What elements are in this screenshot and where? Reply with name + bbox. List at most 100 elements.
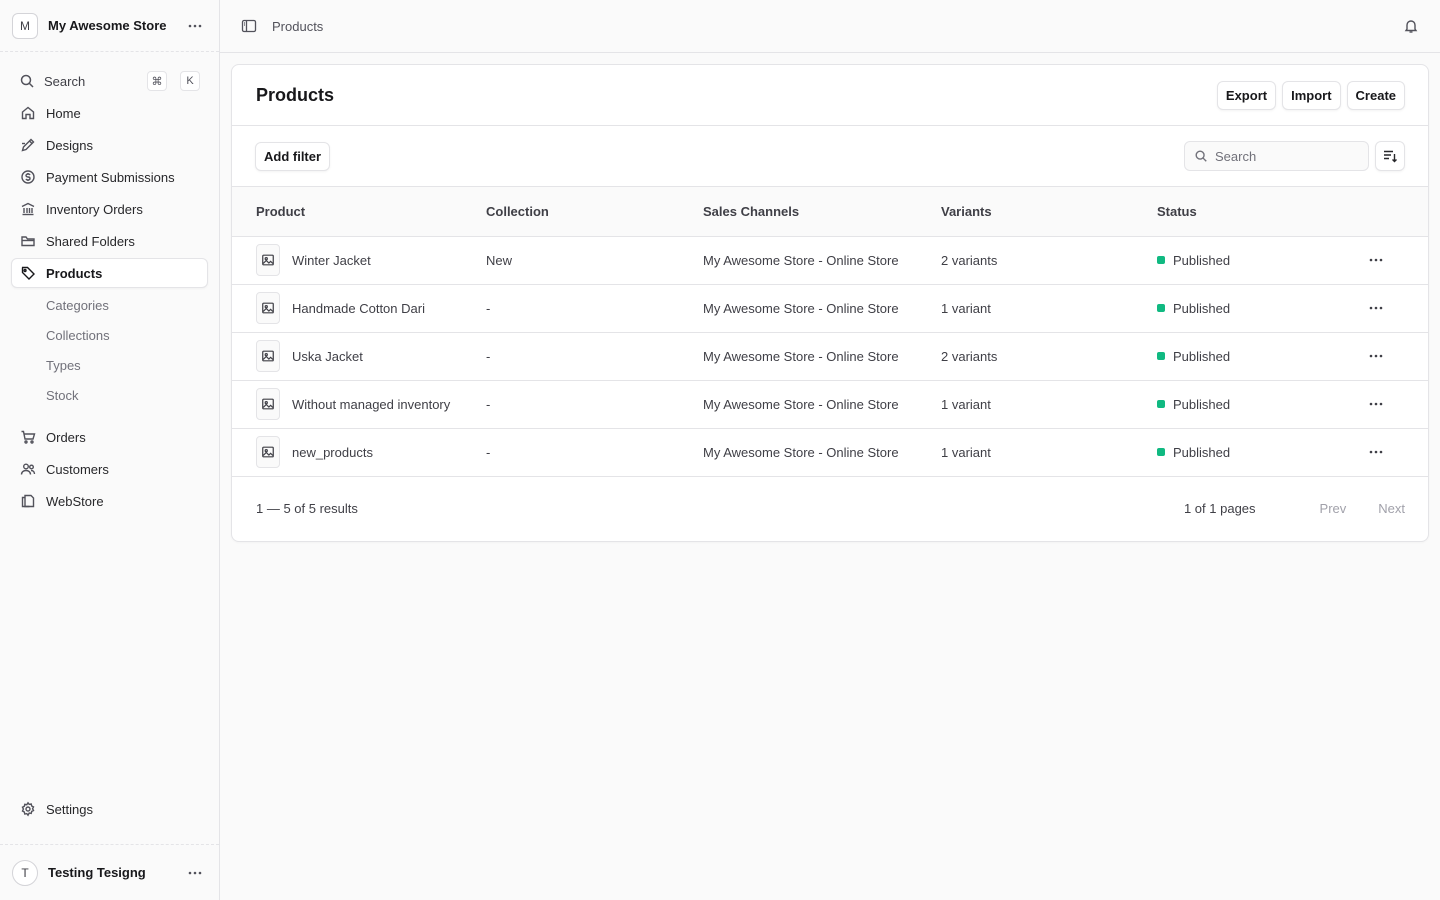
sidebar-item-home[interactable]: Home [11,98,208,128]
image-placeholder-icon [256,292,280,324]
export-button[interactable]: Export [1216,80,1277,110]
search-icon [19,73,35,89]
sidebar-item-designs[interactable]: Designs [11,130,208,160]
sort-button[interactable] [1375,141,1405,171]
column-header-status[interactable]: Status [1157,187,1364,237]
row-actions-button[interactable] [1364,392,1388,416]
sidebar-subitem-types[interactable]: Types [11,350,208,380]
product-name: Uska Jacket [292,348,363,364]
sidebar-item-label: Products [46,265,103,281]
sidebar-item-label: Designs [46,137,93,153]
search-input[interactable] [1215,148,1391,164]
table-row[interactable]: new_products - My Awesome Store - Online… [232,428,1428,477]
table-row[interactable]: Handmade Cotton Dari - My Awesome Store … [232,284,1428,333]
avatar: T [12,859,38,886]
sidebar-item-products[interactable]: Products [11,258,208,288]
sidebar-subitem-categories[interactable]: Categories [11,290,208,320]
sidebar-search-label: Search [44,73,86,89]
cart-icon [20,429,36,445]
sidebar-item-label: WebStore [46,493,104,509]
search-field[interactable] [1184,141,1391,171]
status-badge: Published [1173,300,1231,316]
users-icon [20,461,36,477]
table-row[interactable]: Uska Jacket - My Awesome Store - Online … [232,332,1428,381]
status-dot [1157,400,1165,408]
sidebar-item-label: Customers [46,461,109,477]
sidebar-nav: Home Designs Payment Submissions Invento… [0,98,219,518]
sidebar-item-webstore[interactable]: WebStore [11,486,208,516]
pagination: 1 — 5 of 5 results 1 of 1 pages Prev Nex… [232,477,1428,541]
status-badge: Published [1173,252,1231,268]
row-actions-button[interactable] [1364,248,1388,272]
search-icon [1194,149,1208,163]
sidebar-item-shared-folders[interactable]: Shared Folders [11,226,208,256]
variants-cell: 1 variant [941,284,1157,333]
topbar: Products [220,0,1440,53]
table-header-row: Product Collection Sales Channels Varian… [232,187,1428,237]
sidebar-item-label: Settings [46,801,93,817]
store-avatar: M [12,12,38,39]
prev-button[interactable]: Prev [1320,501,1347,516]
status-dot [1157,352,1165,360]
more-horizontal-icon[interactable] [183,861,207,885]
store-switcher[interactable]: M My Awesome Store [0,0,219,52]
table-row[interactable]: Winter Jacket New My Awesome Store - Onl… [232,236,1428,285]
collection-cell: - [486,380,703,429]
product-name: new_products [292,444,373,460]
import-button[interactable]: Import [1282,80,1341,110]
column-header-variants[interactable]: Variants [941,187,1157,237]
sidebar-item-orders[interactable]: Orders [11,422,208,452]
tag-icon [20,265,36,281]
user-menu[interactable]: T Testing Tesigng [0,844,219,900]
products-subnav: Categories Collections Types Stock [11,290,208,410]
sidebar-item-inventory-orders[interactable]: Inventory Orders [11,194,208,224]
folder-icon [20,233,36,249]
products-table: Product Collection Sales Channels Varian… [232,187,1428,477]
shortcut-mod-key: ⌘ [147,71,167,91]
more-horizontal-icon[interactable] [183,14,207,38]
column-header-collection[interactable]: Collection [486,187,703,237]
user-name: Testing Tesigng [48,865,146,880]
add-filter-button[interactable]: Add filter [255,141,331,171]
page-title: Products [256,84,335,105]
column-header-product[interactable]: Product [232,187,486,237]
sidebar-item-payment-submissions[interactable]: Payment Submissions [11,162,208,192]
next-button[interactable]: Next [1378,501,1405,516]
column-header-actions [1364,187,1428,237]
row-actions-button[interactable] [1364,440,1388,464]
sidebar-item-label: Home [46,105,81,121]
row-actions-button[interactable] [1364,344,1388,368]
products-card: Products Export Import Create Add filter… [231,64,1429,542]
variants-cell: 1 variant [941,380,1157,429]
sidebar-search[interactable]: Search ⌘ K [11,66,208,96]
card-header: Products Export Import Create [232,65,1428,126]
collection-cell: - [486,428,703,477]
bell-icon[interactable] [1399,14,1423,38]
breadcrumb[interactable]: Products [272,19,1388,34]
row-actions-button[interactable] [1364,296,1388,320]
collection-cell: - [486,284,703,333]
table-row[interactable]: Without managed inventory - My Awesome S… [232,380,1428,429]
building-icon [20,201,36,217]
status-badge: Published [1173,444,1231,460]
image-placeholder-icon [256,244,280,276]
sort-icon [1382,148,1398,164]
sidebar-item-customers[interactable]: Customers [11,454,208,484]
product-name: Handmade Cotton Dari [292,300,425,316]
gear-icon [20,801,36,817]
sidebar-subitem-collections[interactable]: Collections [11,320,208,350]
image-placeholder-icon [256,436,280,468]
sales-channels-cell: My Awesome Store - Online Store [703,236,941,285]
sidebar: M My Awesome Store Search ⌘ K Home Desig… [0,0,220,900]
variants-cell: 1 variant [941,428,1157,477]
column-header-sales-channels[interactable]: Sales Channels [703,187,941,237]
sidebar-subitem-stock[interactable]: Stock [11,380,208,410]
sidebar-toggle-icon[interactable] [237,14,261,38]
table-toolbar: Add filter [232,126,1428,187]
create-button[interactable]: Create [1346,80,1405,110]
image-placeholder-icon [256,340,280,372]
results-count: 1 — 5 of 5 results [256,501,358,516]
dollar-icon [20,169,36,185]
sidebar-item-settings[interactable]: Settings [11,794,208,824]
product-name: Without managed inventory [292,396,451,412]
